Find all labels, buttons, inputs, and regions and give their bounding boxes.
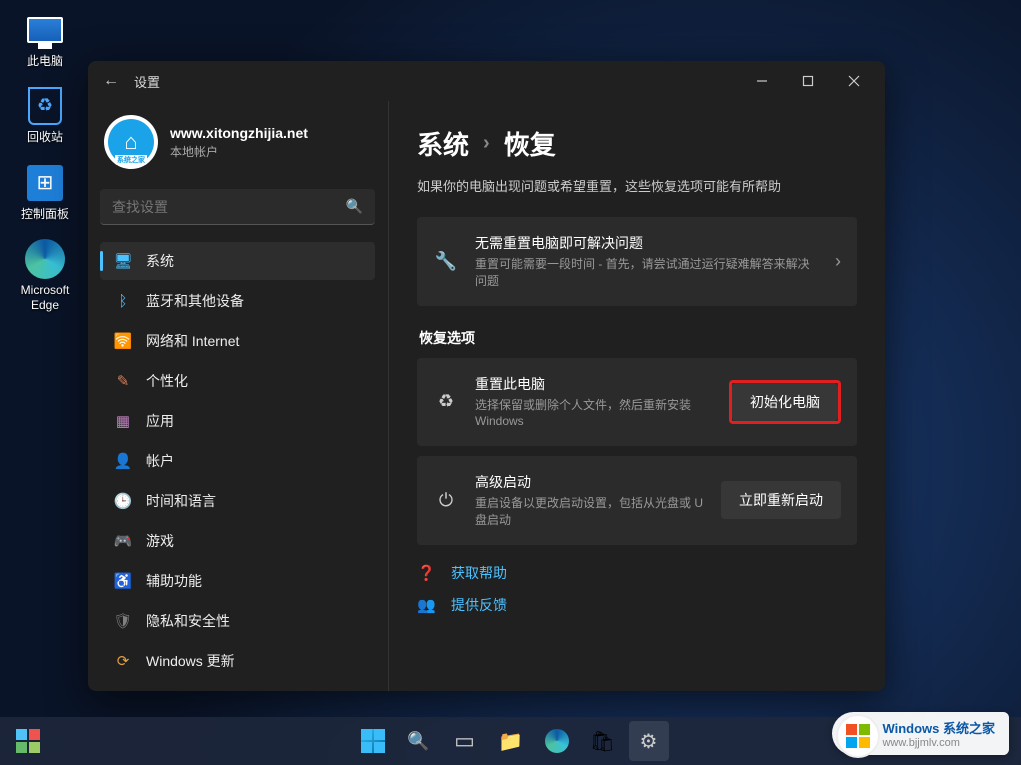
nav-icon: 🛜 [114,332,132,350]
help-icon: ❓ [417,564,437,582]
sidebar-item-label: 时间和语言 [146,491,216,511]
widgets-button[interactable] [8,721,48,761]
sidebar-item-6[interactable]: 🕒 时间和语言 [100,482,375,520]
sidebar-item-10[interactable]: ⟳ Windows 更新 [100,642,375,680]
maximize-button[interactable] [785,66,831,96]
card-desc: 选择保留或删除个人文件，然后重新安装 Windows [475,397,713,431]
search-input[interactable] [112,199,346,215]
sidebar-item-label: 网络和 Internet [146,331,239,351]
card-desc: 重启设备以更改启动设置，包括从光盘或 U 盘启动 [475,495,705,529]
card-desc: 重置可能需要一段时间 - 首先，请尝试通过运行疑难解答来解决问题 [475,256,819,290]
sidebar: ⌂ 系统之家 www.xitongzhijia.net 本地帐户 🔍 🖥 系统 ᛒ蓝… [88,101,388,691]
profile[interactable]: ⌂ 系统之家 www.xitongzhijia.net 本地帐户 [94,101,381,189]
sidebar-item-label: 蓝牙和其他设备 [146,291,244,311]
sidebar-item-1[interactable]: ᛒ 蓝牙和其他设备 [100,282,375,320]
sidebar-item-label: 帐户 [146,451,174,471]
restart-now-button[interactable]: 立即重新启动 [721,481,841,519]
store-button[interactable]: 🛍 [583,721,623,761]
desktop-label: 此电脑 [27,54,63,68]
desktop-label: 控制面板 [21,207,69,221]
control-panel-icon: ⊞ [27,165,63,201]
nav-icon: ✎ [114,372,132,390]
watermark: Windows 系统之家 www.bjjmlv.com [832,712,1009,755]
desktop-icon-this-pc[interactable]: 此电脑 [14,10,76,68]
sidebar-item-label: 游戏 [146,531,174,551]
sidebar-item-label: Windows 更新 [146,651,235,671]
minimize-button[interactable] [739,66,785,96]
sidebar-item-label: 应用 [146,411,174,431]
power-icon: ⏻ [433,490,459,511]
reset-pc-card: ♻ 重置此电脑 选择保留或删除个人文件，然后重新安装 Windows 初始化电脑 [417,358,857,447]
feedback-icon: 👥 [417,596,437,614]
chevron-right-icon: › [483,132,490,155]
close-button[interactable] [831,66,877,96]
sidebar-item-7[interactable]: 🎮 游戏 [100,522,375,560]
wrench-icon: 🔧 [433,251,459,272]
breadcrumb-root[interactable]: 系统 [417,125,469,162]
nav-icon: 🕒 [114,492,132,510]
reset-icon: ♻ [433,391,459,412]
nav-icon: ⟳ [114,652,132,670]
troubleshoot-card[interactable]: 🔧 无需重置电脑即可解决问题 重置可能需要一段时间 - 首先，请尝试通过运行疑难… [417,217,857,306]
recycle-bin-icon [28,87,62,125]
breadcrumb-page: 恢复 [504,125,556,162]
sidebar-item-8[interactable]: ♿ 辅助功能 [100,562,375,600]
sidebar-item-4[interactable]: ▦ 应用 [100,402,375,440]
titlebar: ← 设置 [88,61,885,101]
search-box[interactable]: 🔍 [100,189,375,225]
nav-icon: 👤 [114,452,132,470]
pc-icon [27,17,63,43]
edge-icon [25,239,65,279]
watermark-logo-icon [838,716,878,756]
card-title: 重置此电脑 [475,374,713,394]
back-button[interactable]: ← [96,66,126,96]
task-view-button[interactable]: ▭ [445,721,485,761]
reset-pc-button[interactable]: 初始化电脑 [732,383,838,421]
desktop-label: Microsoft Edge [14,283,76,312]
chevron-right-icon: › [835,251,841,272]
desktop-icon-recycle-bin[interactable]: 回收站 [14,86,76,144]
card-title: 高级启动 [475,472,705,492]
nav-icon: 🖥 [114,252,132,270]
desktop-icon-control-panel[interactable]: ⊞ 控制面板 [14,163,76,221]
desktop-icon-edge[interactable]: Microsoft Edge [14,239,76,312]
sidebar-item-label: 辅助功能 [146,571,202,591]
get-help-link[interactable]: ❓ 获取帮助 [417,563,857,583]
nav-icon: 🛡 [114,612,132,630]
start-button[interactable] [353,721,393,761]
sidebar-item-2[interactable]: 🛜 网络和 Internet [100,322,375,360]
page-subtitle: 如果你的电脑出现问题或希望重置，这些恢复选项可能有所帮助 [417,176,857,195]
content: 系统 › 恢复 如果你的电脑出现问题或希望重置，这些恢复选项可能有所帮助 🔧 无… [388,101,885,691]
sidebar-item-9[interactable]: 🛡 隐私和安全性 [100,602,375,640]
nav-icon: ▦ [114,412,132,430]
profile-name: www.xitongzhijia.net [170,125,308,141]
sidebar-item-0[interactable]: 🖥 系统 [100,242,375,280]
taskbar-search-button[interactable]: 🔍 [399,721,439,761]
feedback-link[interactable]: 👥 提供反馈 [417,595,857,615]
highlight-annotation: 初始化电脑 [729,380,841,424]
search-icon: 🔍 [346,198,363,215]
sidebar-item-3[interactable]: ✎ 个性化 [100,362,375,400]
sidebar-item-5[interactable]: 👤 帐户 [100,442,375,480]
settings-window: ← 设置 ⌂ 系统之家 www.xitongzhijia.net 本地帐户 🔍 [88,61,885,691]
file-explorer-button[interactable]: 📁 [491,721,531,761]
avatar: ⌂ 系统之家 [104,115,158,169]
nav-icon: ᛒ [114,292,132,310]
desktop-label: 回收站 [27,130,63,144]
edge-taskbar-button[interactable] [537,721,577,761]
profile-sub: 本地帐户 [170,143,308,160]
nav-icon: 🎮 [114,532,132,550]
breadcrumb: 系统 › 恢复 [417,125,857,162]
sidebar-item-label: 系统 [146,251,174,271]
nav-icon: ♿ [114,572,132,590]
section-header: 恢复选项 [419,328,857,348]
sidebar-item-label: 个性化 [146,371,188,391]
window-title: 设置 [134,72,160,91]
card-title: 无需重置电脑即可解决问题 [475,233,819,253]
sidebar-item-label: 隐私和安全性 [146,611,230,631]
advanced-startup-card: ⏻ 高级启动 重启设备以更改启动设置，包括从光盘或 U 盘启动 立即重新启动 [417,456,857,545]
settings-taskbar-button[interactable]: ⚙ [629,721,669,761]
